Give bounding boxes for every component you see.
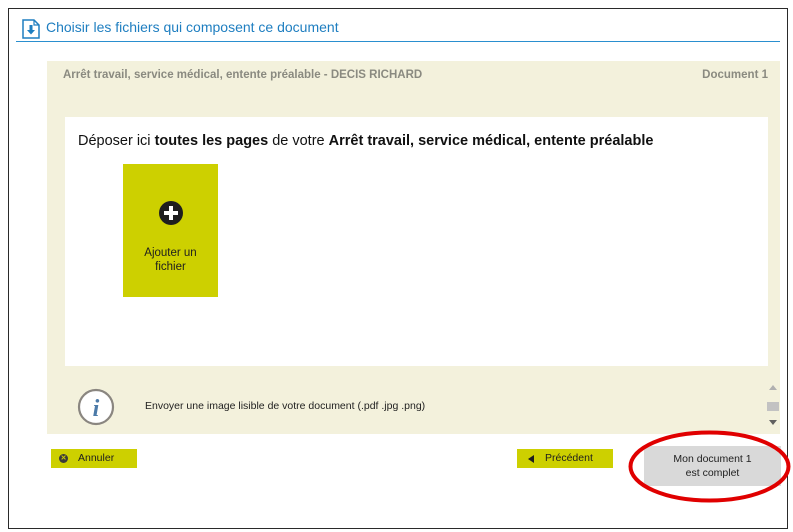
dropzone-instructions: Déposer ici toutes les pages de votre Ar…	[78, 133, 653, 149]
document-complete-label-line1: Mon document 1	[673, 453, 752, 465]
cancel-button-label: Annuler	[78, 452, 115, 464]
add-file-label: Ajouter un fichier	[123, 246, 218, 274]
dropzone-text-prefix: Déposer ici	[78, 133, 155, 149]
document-panel-title: Arrêt travail, service médical, entente …	[63, 69, 423, 81]
section-header: Choisir les fichiers qui composent ce do…	[16, 16, 780, 42]
download-document-icon	[22, 19, 40, 39]
previous-button[interactable]: Précédent	[517, 449, 613, 468]
document-panel: Arrêt travail, service médical, entente …	[47, 61, 780, 434]
dropzone-text-document-type: Arrêt travail, service médical, entente …	[328, 133, 654, 149]
document-number-label: Document 1	[702, 69, 768, 81]
add-file-label-line1: Ajouter un	[144, 247, 197, 259]
file-format-hint: Envoyer une image lisible de votre docum…	[145, 400, 426, 412]
svg-text:i: i	[93, 396, 100, 422]
dropzone-text-all-pages: toutes les pages	[154, 133, 269, 149]
document-complete-label-line2: est complet	[685, 467, 740, 479]
document-complete-button[interactable]: Mon document 1 est complet	[644, 446, 781, 486]
plus-circle-icon	[159, 201, 183, 225]
previous-button-label: Précédent	[545, 452, 593, 464]
dropzone-text-middle: de votre	[268, 133, 329, 149]
section-title: Choisir les fichiers qui composent ce do…	[46, 19, 339, 35]
info-scrollbar[interactable]	[766, 381, 780, 433]
info-icon: i	[77, 388, 115, 426]
scroll-up-arrow-icon[interactable]	[769, 385, 777, 390]
file-dropzone[interactable]: Déposer ici toutes les pages de votre Ar…	[65, 117, 768, 366]
close-circle-icon: ✕	[59, 454, 68, 463]
scroll-down-arrow-icon[interactable]	[769, 420, 777, 425]
cancel-button[interactable]: ✕ Annuler	[51, 449, 137, 468]
add-file-label-line2: fichier	[155, 261, 186, 273]
add-file-button[interactable]: Ajouter un fichier	[123, 164, 218, 297]
scrollbar-thumb[interactable]	[767, 402, 779, 411]
triangle-left-icon	[528, 455, 534, 463]
